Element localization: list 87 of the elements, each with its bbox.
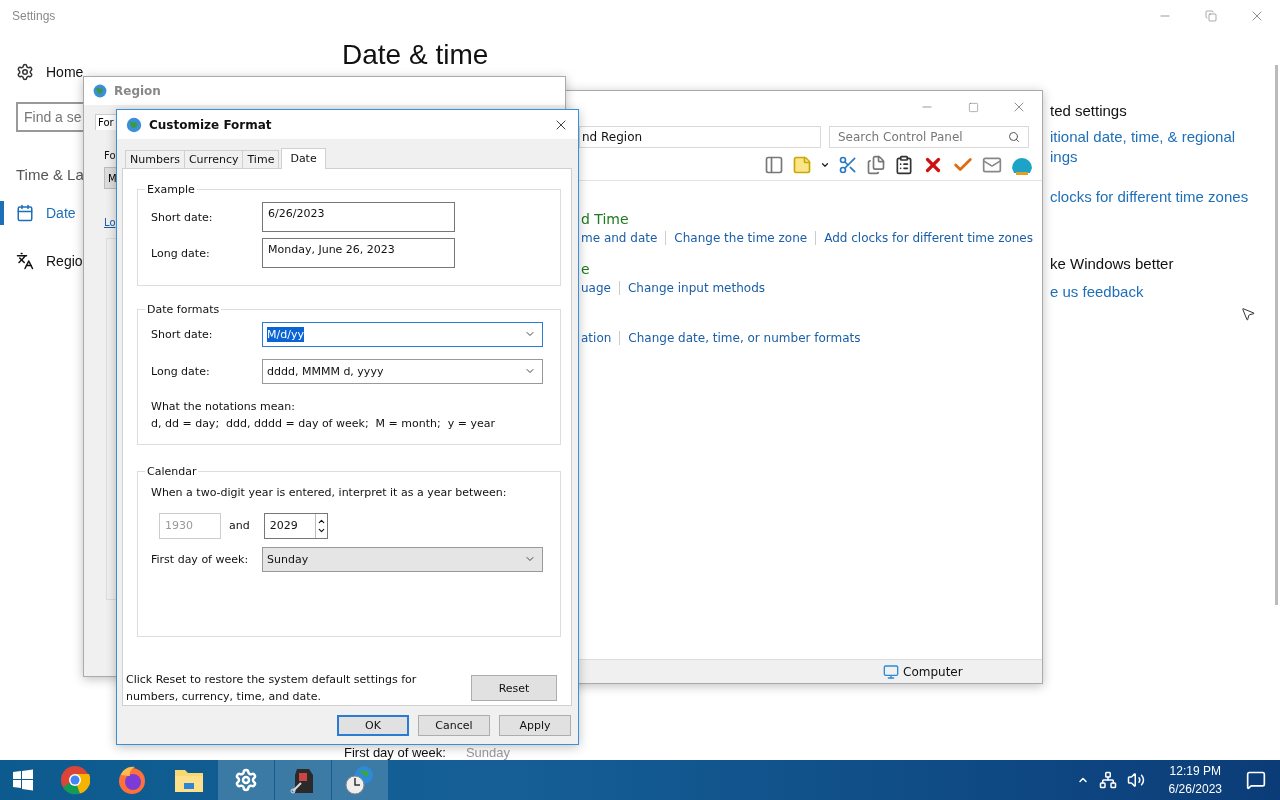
task-link[interactable]: Change date, time, or number formats	[628, 331, 861, 345]
cursor-icon	[1240, 306, 1256, 322]
clipboard-icon[interactable]	[894, 155, 914, 175]
cut-icon[interactable]	[838, 155, 858, 175]
language-icon	[16, 252, 34, 270]
setting-label: First day of week:	[344, 746, 446, 760]
field-label: Short date:	[151, 210, 214, 224]
clock[interactable]: 12:19 PM 6/26/2023	[1154, 762, 1236, 798]
taskbar-button[interactable]	[218, 760, 274, 800]
format-dropdown[interactable]: dddd, MMMM d, yyyy	[262, 358, 543, 384]
notation-heading: What the notations mean:	[151, 399, 296, 413]
reset-button[interactable]: Reset	[471, 675, 557, 701]
caret-icon[interactable]	[820, 160, 830, 170]
calendar-icon	[16, 204, 34, 222]
year-spinner[interactable]: 2029	[263, 512, 328, 539]
field-label: Long date:	[151, 246, 211, 260]
day-dropdown[interactable]: Sunday	[262, 546, 543, 572]
tab[interactable]: Date	[281, 148, 326, 169]
task-link[interactable]: Change the time zone	[674, 231, 808, 245]
field-label: Fo	[104, 150, 116, 161]
maximize-icon	[967, 101, 979, 113]
task-link[interactable]: Add clocks for different time zones	[824, 231, 1033, 245]
task-link[interactable]: Change input methods	[627, 281, 765, 295]
notation-text: d, dd = day; ddd, dddd = day of week; M = month; y = year	[151, 416, 496, 430]
envelope-icon[interactable]	[982, 155, 1002, 175]
dialog-button[interactable]: OK	[337, 715, 409, 736]
example-field: Monday, June 26, 2023	[262, 238, 455, 268]
dialog-title: Customize Format	[149, 117, 272, 132]
settings-icon	[16, 63, 34, 81]
page-heading: Date & time	[342, 38, 489, 72]
settings-link[interactable]: Lo	[104, 217, 116, 228]
windows-logo-icon	[12, 769, 34, 791]
dialog-button[interactable]: Apply	[499, 715, 571, 736]
window-title: Region	[114, 84, 161, 98]
gear-icon	[234, 768, 258, 792]
category-heading[interactable]: d Time	[581, 211, 1042, 227]
status-text: Computer	[903, 664, 963, 679]
tab[interactable]: For	[95, 114, 117, 130]
prompt-text: When a two-digit year is entered, interpret it as a year between:	[151, 485, 508, 499]
nav-item[interactable]: Regio	[0, 247, 83, 275]
globe-icon	[92, 83, 108, 99]
and-label: and	[229, 519, 250, 532]
window-title: Settings	[12, 9, 56, 23]
note-icon[interactable]	[792, 155, 812, 175]
nav-item[interactable]: Date	[0, 199, 76, 227]
copy-icon[interactable]	[866, 155, 886, 175]
dialog-button[interactable]: Cancel	[418, 715, 490, 736]
taskbar-button[interactable]	[275, 760, 331, 800]
task-link[interactable]: me and date	[581, 231, 658, 245]
reset-note: Click Reset to restore the system default settings for numbers, currency, time, and date.	[126, 672, 418, 705]
feedback-link[interactable]: e us feedback	[1050, 282, 1250, 302]
scrollbar[interactable]	[1275, 65, 1278, 605]
search-field[interactable]: Search Control Panel	[829, 126, 1029, 148]
browser-icon	[117, 765, 147, 795]
field-label: Long date:	[151, 364, 211, 378]
computer-icon	[883, 663, 899, 680]
pane-icon[interactable]	[764, 155, 784, 175]
group-label: Date formats	[146, 302, 221, 316]
search-icon	[1008, 131, 1020, 143]
category-heading[interactable]: e	[581, 261, 1042, 277]
group-label: Calendar	[146, 464, 198, 478]
network-icon[interactable]	[1098, 771, 1117, 789]
restore-icon	[1205, 10, 1217, 22]
section-heading: ke Windows better	[1050, 255, 1175, 272]
globe-icon	[125, 115, 143, 134]
clock-icon	[344, 764, 376, 796]
folder-icon	[174, 767, 204, 793]
task-link[interactable]: ation	[581, 331, 612, 345]
home-link[interactable]: Home	[16, 58, 84, 86]
task-link[interactable]: uage	[581, 281, 611, 295]
section-label: Time & La	[16, 166, 84, 183]
notifications-icon[interactable]	[1246, 770, 1266, 790]
section-heading: ted settings	[1050, 102, 1128, 119]
tab[interactable]: Time	[242, 150, 280, 169]
taskbar-button[interactable]	[332, 760, 388, 800]
address-bar[interactable]: nd Region	[579, 126, 821, 148]
example-field: 6/26/2023	[262, 202, 455, 232]
field-label: Short date:	[151, 327, 214, 341]
field-label: First day of week:	[151, 552, 250, 566]
setting-value: Sunday	[465, 746, 510, 760]
browser-icon	[60, 765, 90, 795]
settings-link[interactable]: itional date, time, & regional ings	[1050, 127, 1250, 167]
group-label: Example	[146, 183, 196, 196]
settings-link[interactable]: clocks for different time zones	[1050, 187, 1250, 207]
volume-icon[interactable]	[1126, 771, 1145, 789]
format-dropdown[interactable]: M/d/yy	[262, 321, 543, 347]
tab[interactable]: Numbers	[125, 150, 185, 169]
